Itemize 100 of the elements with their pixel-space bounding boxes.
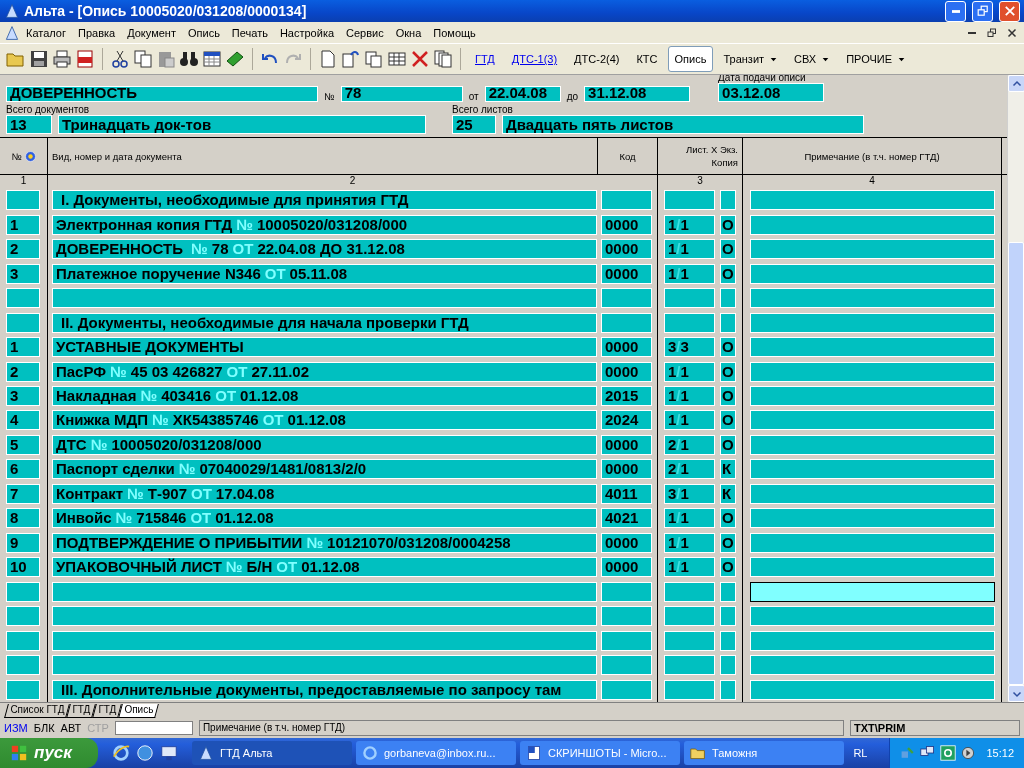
- copy-type-cell[interactable]: О: [720, 557, 736, 578]
- sheets-cell[interactable]: 1/1: [664, 410, 715, 431]
- number-cell[interactable]: 1: [6, 337, 40, 358]
- field-value[interactable]: ДОВЕРЕННОСТЬ: [6, 86, 318, 102]
- field-value[interactable]: 78: [340, 86, 463, 102]
- number-cell[interactable]: [6, 190, 40, 211]
- save-icon[interactable]: [29, 49, 49, 69]
- sheets-cell[interactable]: [664, 288, 715, 309]
- number-cell[interactable]: [6, 655, 40, 676]
- field-value[interactable]: 13: [6, 115, 52, 134]
- document-tab[interactable]: Транзит: [716, 48, 785, 70]
- sheets-cell[interactable]: 3/3: [664, 337, 715, 358]
- number-cell[interactable]: 1: [6, 214, 40, 235]
- code-cell[interactable]: [601, 630, 652, 651]
- sheets-cell[interactable]: 1/1: [664, 386, 715, 406]
- sheets-cell[interactable]: [664, 581, 715, 602]
- document-cell[interactable]: Книжка МДП № ХК54385746 ОТ 01.12.08: [52, 410, 597, 431]
- document-tab[interactable]: ПРОЧИЕ: [839, 48, 913, 70]
- sheets-cell[interactable]: 2/1: [664, 459, 715, 480]
- document-cell[interactable]: ПОДТВЕРЖДЕНИЕ О ПРИБЫТИИ № 10121070/031208/0004258: [52, 532, 597, 553]
- print-icon[interactable]: [52, 49, 72, 69]
- number-cell[interactable]: 5: [6, 434, 40, 455]
- code-cell[interactable]: 0000: [601, 337, 652, 358]
- field-value[interactable]: 22.04.08: [484, 86, 561, 102]
- number-cell[interactable]: 3: [6, 263, 40, 284]
- number-cell[interactable]: [6, 630, 40, 651]
- menu-item[interactable]: Документ: [121, 24, 182, 41]
- menu-item[interactable]: Правка: [72, 24, 122, 41]
- document-tab[interactable]: КТС: [629, 48, 665, 70]
- code-cell[interactable]: [601, 190, 652, 211]
- copy-type-cell[interactable]: [720, 679, 736, 700]
- number-cell[interactable]: [6, 679, 40, 700]
- pages-icon[interactable]: [364, 49, 384, 69]
- taskbar-button[interactable]: Таможня: [684, 741, 844, 765]
- browser-icon[interactable]: [112, 744, 130, 762]
- table-icon[interactable]: [387, 49, 407, 69]
- sheets-cell[interactable]: 1/1: [664, 508, 715, 529]
- document-cell[interactable]: [52, 630, 597, 651]
- taskbar-button[interactable]: gorbaneva@inbox.ru...: [356, 741, 516, 765]
- code-cell[interactable]: 0000: [601, 263, 652, 284]
- desktop-icon[interactable]: [160, 744, 178, 762]
- copy-type-cell[interactable]: О: [720, 361, 736, 382]
- code-cell[interactable]: 0000: [601, 557, 652, 578]
- sheets-cell[interactable]: 1/1: [664, 239, 715, 260]
- code-cell[interactable]: 0000: [601, 459, 652, 480]
- menu-item[interactable]: Опись: [181, 24, 226, 41]
- restore-button[interactable]: [972, 0, 993, 22]
- number-cell[interactable]: 9: [6, 532, 40, 553]
- copy-type-cell[interactable]: [720, 655, 736, 676]
- copy-type-cell[interactable]: [720, 581, 736, 602]
- sheet-tab[interactable]: ГТД: [92, 704, 122, 718]
- sheets-cell[interactable]: [664, 312, 715, 333]
- document-cell[interactable]: [52, 655, 597, 676]
- sheet-tab[interactable]: ГТД: [66, 704, 96, 718]
- number-cell[interactable]: 2: [6, 239, 40, 260]
- copy-type-cell[interactable]: [720, 630, 736, 651]
- code-cell[interactable]: [601, 288, 652, 309]
- number-cell[interactable]: [6, 606, 40, 627]
- document-cell[interactable]: [52, 288, 597, 309]
- menu-item[interactable]: Печать: [225, 24, 274, 41]
- sheets-cell[interactable]: 2/1: [664, 434, 715, 455]
- document-cell[interactable]: УПАКОВОЧНЫЙ ЛИСТ № Б/Н ОТ 01.12.08: [52, 557, 597, 578]
- copy-type-cell[interactable]: О: [720, 214, 736, 235]
- copy-type-cell[interactable]: О: [720, 239, 736, 260]
- document-cell[interactable]: ПасРФ № 45 03 426827 ОТ 27.11.02: [52, 361, 597, 382]
- status-field[interactable]: [114, 721, 193, 735]
- code-cell[interactable]: 0000: [601, 361, 652, 382]
- sheets-cell[interactable]: 1/1: [664, 361, 715, 382]
- field-value[interactable]: Двадцать пять листов: [502, 115, 864, 134]
- document-cell[interactable]: Платежное поручение N346 ОТ 05.11.08: [52, 263, 597, 284]
- code-cell[interactable]: [601, 606, 652, 627]
- section-heading[interactable]: III. Дополнительные документы, предоставляемые по запросу там: [52, 679, 597, 700]
- sheets-cell[interactable]: 1/1: [664, 532, 715, 553]
- field-value[interactable]: 03.12.08: [718, 83, 825, 102]
- sheet-tab[interactable]: Опись: [118, 704, 159, 718]
- delete-icon[interactable]: [410, 49, 430, 69]
- document-cell[interactable]: Инвойс № 715846 ОТ 01.12.08: [52, 508, 597, 529]
- document-cell[interactable]: ДОВЕРЕННОСТЬ № 78 ОТ 22.04.08 ДО 31.12.08: [52, 239, 597, 260]
- number-cell[interactable]: 10: [6, 557, 40, 578]
- menu-item[interactable]: Каталог: [20, 24, 72, 41]
- document-cell[interactable]: [52, 606, 597, 627]
- section-heading[interactable]: I. Документы, необходимые для принятия ГТД: [52, 190, 597, 211]
- document-tab[interactable]: ДТС-1(3): [504, 48, 565, 70]
- sheets-cell[interactable]: 1/1: [664, 214, 715, 235]
- copy-type-cell[interactable]: О: [720, 386, 736, 406]
- documents-icon[interactable]: [433, 49, 453, 69]
- code-cell[interactable]: 0000: [601, 434, 652, 455]
- number-cell[interactable]: 4: [6, 410, 40, 431]
- scrollbar[interactable]: [1007, 75, 1024, 702]
- code-cell[interactable]: 4011: [601, 483, 652, 504]
- copy-type-cell[interactable]: К: [720, 483, 736, 504]
- number-cell[interactable]: [6, 312, 40, 333]
- taskbar-button[interactable]: ГТД Альта: [192, 741, 352, 765]
- section-heading[interactable]: II. Документы, необходимые для начала проверки ГТД: [52, 312, 597, 333]
- copy-type-cell[interactable]: О: [720, 337, 736, 358]
- taskbar-button[interactable]: СКРИНШОТЫ - Micro...: [520, 741, 680, 765]
- copy-type-cell[interactable]: [720, 190, 736, 211]
- document-cell[interactable]: [52, 581, 597, 602]
- document-tab[interactable]: Опись: [667, 46, 714, 72]
- code-cell[interactable]: 0000: [601, 214, 652, 235]
